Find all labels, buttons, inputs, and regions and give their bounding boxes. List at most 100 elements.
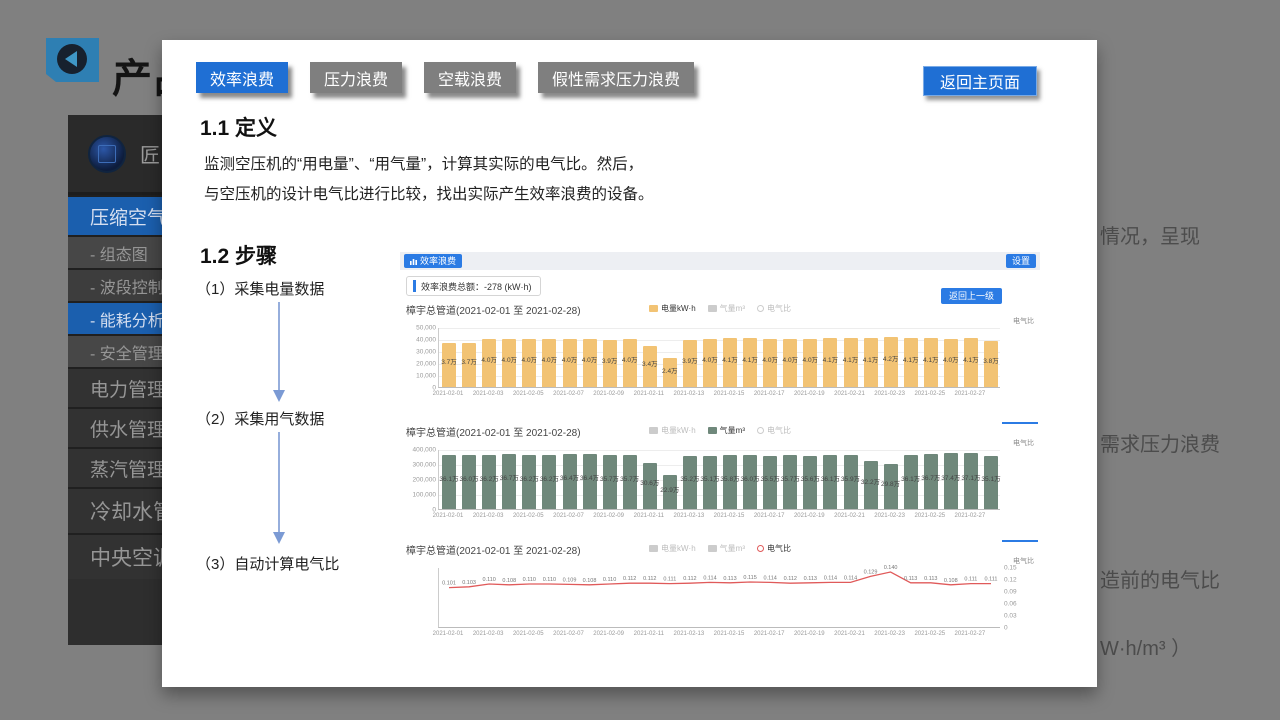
svg-text:0.111: 0.111 <box>985 577 998 583</box>
bar-value-label: 36.7万 <box>500 472 519 482</box>
bar-value-label: 4.0万 <box>762 354 778 364</box>
bar-value-label: 4.1万 <box>963 354 979 364</box>
bar-value-label: 29.8万 <box>881 478 900 488</box>
step-2-label: （2）采集用气数据 <box>196 408 324 429</box>
legend-swatch-icon <box>708 545 717 552</box>
bar-value-label: 4.1万 <box>903 354 919 364</box>
svg-text:0.113: 0.113 <box>924 576 937 582</box>
settings-button[interactable]: 设置 <box>1006 254 1036 268</box>
bar-value-label: 4.1万 <box>843 354 859 364</box>
legend-item[interactable]: 电量kW·h <box>649 543 696 554</box>
legend-item[interactable]: 气量m³ <box>708 425 745 436</box>
bar-value-label: 36.0万 <box>741 473 760 483</box>
definition-line-1: 监测空压机的“用电量”、“用气量”，计算其实际的电气比。然后， <box>204 150 744 180</box>
tab-active[interactable]: 效率浪费 <box>196 62 288 93</box>
bar: 36.1万 <box>823 455 837 509</box>
bar-value-label: 4.0万 <box>803 354 819 364</box>
bar-value-label: 35.6万 <box>801 473 820 483</box>
svg-text:0.110: 0.110 <box>523 577 536 583</box>
bar: 35.1万 <box>703 456 717 509</box>
legend-swatch-icon <box>649 305 658 312</box>
bar: 4.1万 <box>864 338 878 387</box>
bar: 3.7万 <box>462 343 476 387</box>
bar: 37.4万 <box>944 453 958 509</box>
bar-value-label: 37.1万 <box>961 472 980 482</box>
bar-value-label: 36.7万 <box>921 472 940 482</box>
bar: 4.1万 <box>904 338 918 387</box>
svg-text:0.129: 0.129 <box>864 569 878 575</box>
bar-value-label: 3.8万 <box>983 355 999 365</box>
steps-heading: 1.2 步骤 <box>200 240 277 270</box>
legend-item[interactable]: 电量kW·h <box>649 425 696 436</box>
legend-circle-icon <box>757 545 764 552</box>
chart-icon <box>410 258 417 265</box>
step-3-label: （3）自动计算电气比 <box>196 553 339 574</box>
bar-value-label: 4.1万 <box>722 354 738 364</box>
svg-text:0.108: 0.108 <box>583 578 597 584</box>
bar-value-label: 35.1万 <box>700 473 719 483</box>
bar: 36.7万 <box>924 454 938 509</box>
bar: 36.1万 <box>442 455 456 509</box>
svg-text:0.114: 0.114 <box>764 575 777 581</box>
bar-value-label: 35.2万 <box>680 473 699 483</box>
bar: 30.6万 <box>643 463 657 509</box>
bar-value-label: 35.1万 <box>981 473 1000 483</box>
background-text-fragment: 情况，呈现 <box>1100 220 1200 249</box>
bar: 3.8万 <box>984 341 998 387</box>
legend-item[interactable]: 气量m³ <box>708 303 745 314</box>
bar: 3.9万 <box>683 340 697 387</box>
svg-text:0.109: 0.109 <box>563 577 577 583</box>
svg-text:0.113: 0.113 <box>723 576 736 582</box>
bar: 4.1万 <box>844 338 858 387</box>
waste-type-tabs: 效率浪费压力浪费空载浪费假性需求压力浪费 <box>196 62 694 93</box>
bar-value-label: 3.9万 <box>682 355 698 365</box>
tab-inactive[interactable]: 假性需求压力浪费 <box>538 62 694 93</box>
legend-item[interactable]: 电气比 <box>757 303 791 314</box>
bar-value-label: 4.0万 <box>702 354 718 364</box>
background-text-fragment: 需求压力浪费 <box>1100 428 1220 457</box>
definition-heading: 1.1 定义 <box>200 112 277 142</box>
back-icon[interactable] <box>46 38 99 82</box>
svg-text:0.111: 0.111 <box>663 577 676 583</box>
legend-item[interactable]: 气量m³ <box>708 543 745 554</box>
bar: 35.2万 <box>683 456 697 509</box>
waste-total-badge: 效率浪费总额：-278 (kW·h) <box>406 276 541 296</box>
bar: 35.9万 <box>844 455 858 509</box>
efficiency-waste-button[interactable]: 效率浪费 <box>404 254 462 268</box>
svg-text:0.114: 0.114 <box>824 575 837 581</box>
bar-value-label: 4.0万 <box>522 354 538 364</box>
bar-value-label: 36.2万 <box>520 473 539 483</box>
bar: 4.1万 <box>823 338 837 387</box>
svg-text:0.101: 0.101 <box>442 581 456 587</box>
legend-item[interactable]: 电气比 <box>757 543 791 554</box>
bar-value-label: 4.0万 <box>502 354 518 364</box>
tab-inactive[interactable]: 空载浪费 <box>424 62 516 93</box>
legend-item[interactable]: 电量kW·h <box>649 303 696 314</box>
tab-inactive[interactable]: 压力浪费 <box>310 62 402 93</box>
chart-legend: 电量kW·h 气量m³ 电气比 <box>649 303 791 314</box>
svg-text:0.113: 0.113 <box>904 576 917 582</box>
x-axis-labels: 2021-02-012021-02-032021-02-052021-02-07… <box>438 391 1000 400</box>
bar: 4.1万 <box>924 338 938 387</box>
x-axis-labels: 2021-02-012021-02-032021-02-052021-02-07… <box>438 631 1000 640</box>
bar: 35.6万 <box>803 456 817 509</box>
page-background: 产品 匠 压缩空气- 组态图- 波段控制- 能耗分析- 安全管理电力管理供水管理… <box>0 0 1280 720</box>
return-main-button[interactable]: 返回主页面 <box>923 66 1037 96</box>
svg-text:0.108: 0.108 <box>502 578 516 584</box>
legend-swatch-icon <box>708 427 717 434</box>
chart-plot-area: 00.030.060.090.120.150.1010.1030.1100.10… <box>438 568 1000 628</box>
bar-value-label: 4.0万 <box>481 354 497 364</box>
bar-value-label: 35.5万 <box>761 473 780 483</box>
bar: 36.0万 <box>743 455 757 509</box>
dashboard-header: 效率浪费 设置 <box>400 252 1040 270</box>
efficiency-waste-button-label: 效率浪费 <box>420 254 456 268</box>
bar: 37.1万 <box>964 453 978 509</box>
down-arrow-icon <box>270 432 288 544</box>
background-text-fragment: 造前的电气比 <box>1100 564 1220 593</box>
legend-item[interactable]: 电气比 <box>757 425 791 436</box>
svg-text:0.110: 0.110 <box>603 577 616 583</box>
content-modal: 效率浪费压力浪费空载浪费假性需求压力浪费 返回主页面 1.1 定义 监测空压机的… <box>162 40 1097 687</box>
bar: 3.4万 <box>643 346 657 387</box>
bar: 36.4万 <box>563 454 577 509</box>
blue-accent-line <box>1002 540 1038 542</box>
